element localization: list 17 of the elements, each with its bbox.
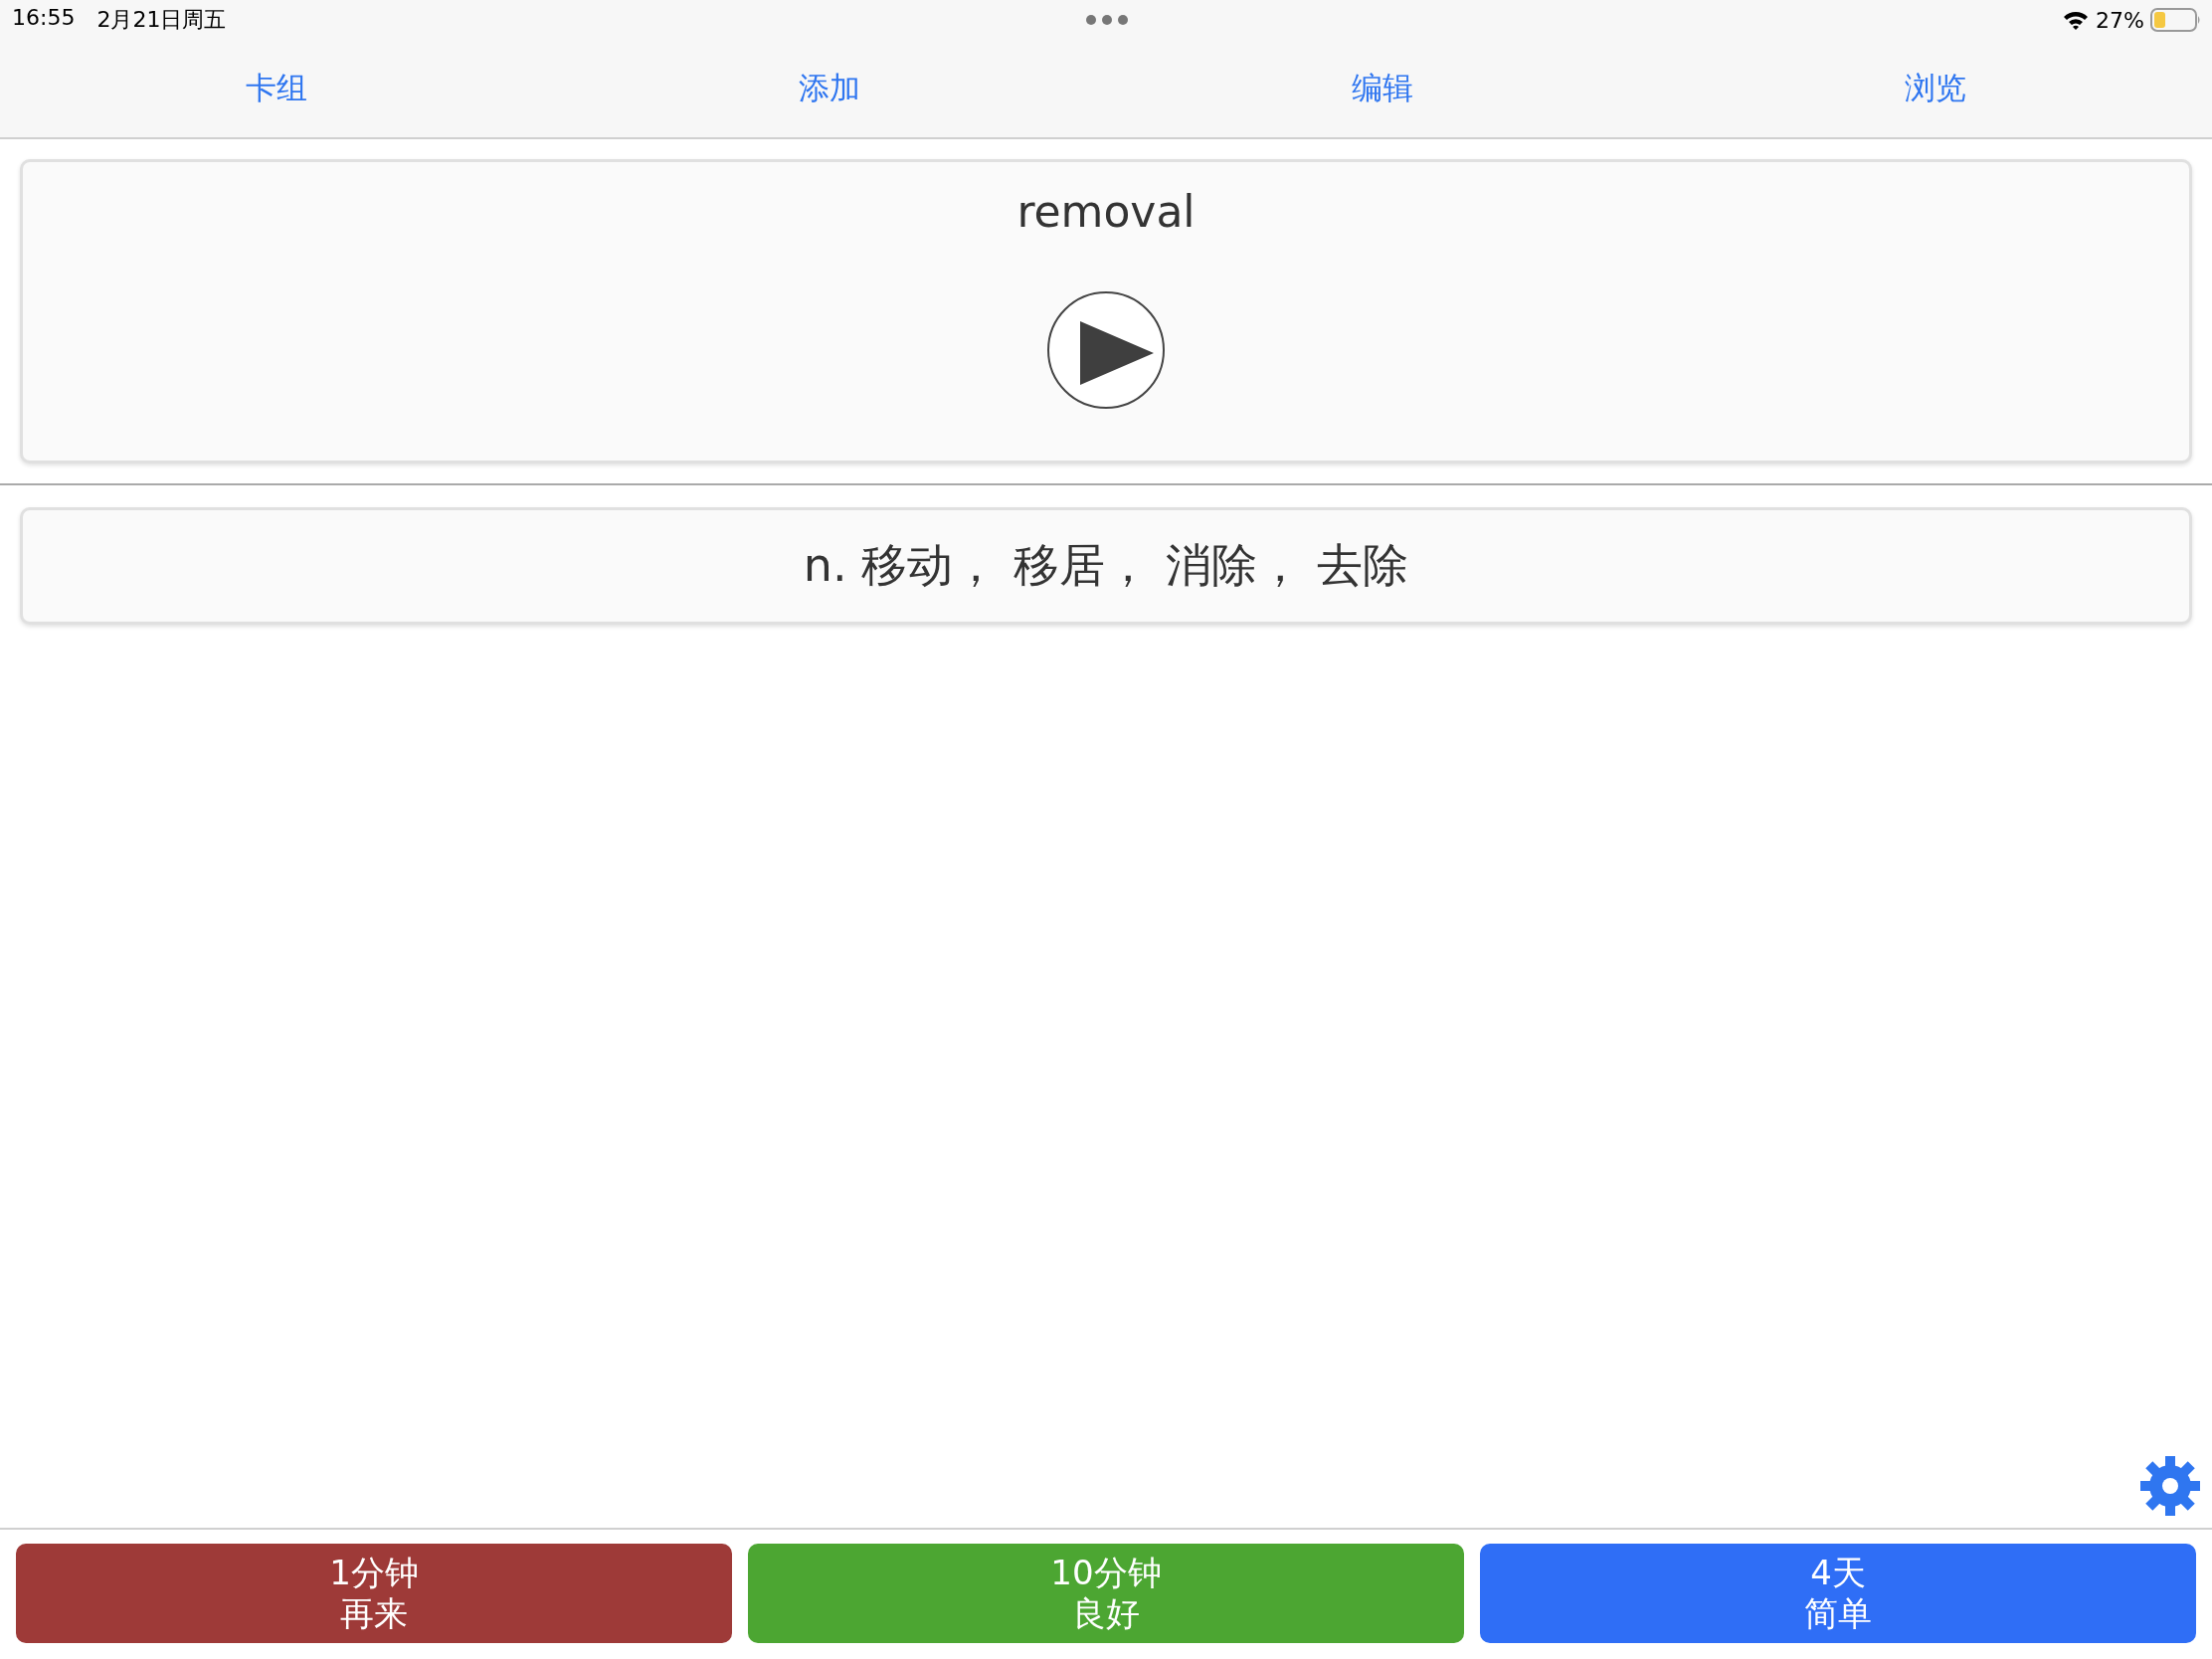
nav-tab[interactable]: 编辑 xyxy=(1344,64,1421,113)
answer-button[interactable]: 4天 简单 xyxy=(1480,1544,2196,1643)
nav-tab[interactable]: 添加 xyxy=(791,64,868,113)
status-time: 16:55 xyxy=(12,5,76,32)
settings-icon[interactable] xyxy=(2138,1454,2202,1518)
wifi-icon xyxy=(2062,9,2091,31)
battery-icon xyxy=(2150,8,2202,32)
answer-text: n. 移动， 移居， 消除， 去除 xyxy=(803,537,1409,594)
play-icon[interactable] xyxy=(1046,290,1166,410)
nav-tab[interactable]: 浏览 xyxy=(1897,64,1974,113)
question-word: removal xyxy=(1016,186,1196,237)
nav-tab[interactable]: 卡组 xyxy=(238,64,315,113)
status-date: 2月21日周五 xyxy=(96,6,227,34)
multitasking-dots-icon[interactable] xyxy=(1085,14,1129,26)
battery-percent: 27% xyxy=(2096,7,2144,33)
answer-button[interactable]: 1分钟 再来 xyxy=(16,1544,732,1643)
answer-button[interactable]: 10分钟 良好 xyxy=(748,1544,1464,1643)
